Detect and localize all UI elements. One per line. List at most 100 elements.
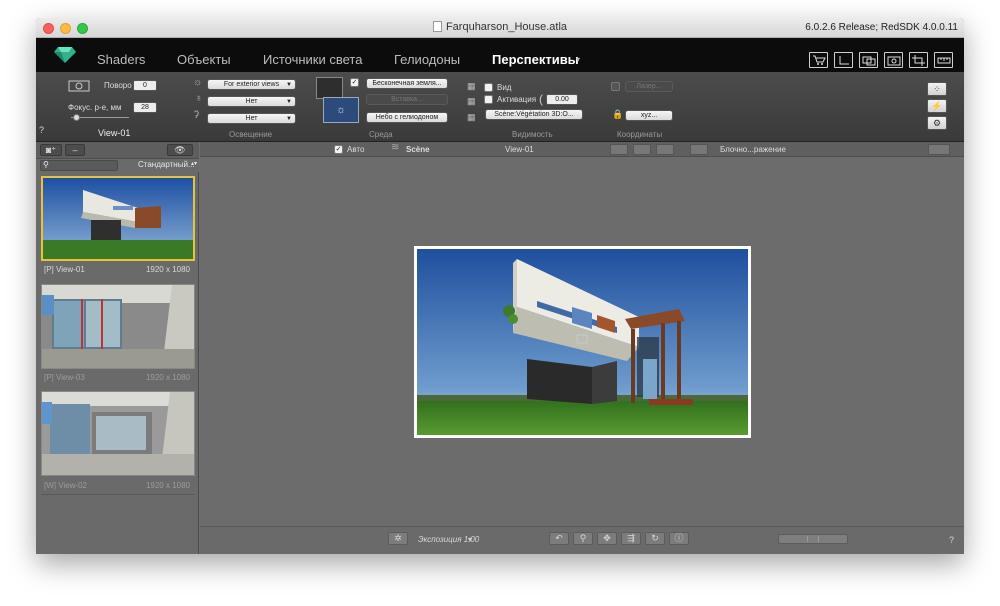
perspective-toolbar: Поворо 0 Фокус. р-е, мм 28 View-01 ? ☼ ♁… [36,72,964,142]
app-window: Farquharson_House.atla 6.0.2.6 Release; … [36,18,964,554]
lighting-dropdown-3[interactable]: Нет ▼ [207,113,296,124]
main-tab-bar: Shaders Объекты Источники света Гелиодон… [36,38,964,72]
focal-length-input[interactable]: 28 [133,102,157,113]
view-thumbnail-1[interactable] [41,176,195,261]
crop-icon[interactable] [909,52,928,68]
view-list-panel: ◙⁺ – 👁 ⚲ Стандартный... ▴▾ [P] View-01 1… [36,142,199,554]
view-checkbox[interactable] [484,83,493,92]
split-frame-icon[interactable] [656,144,674,155]
cart-icon[interactable] [809,52,828,68]
laser-button[interactable]: Лазер... [625,81,673,92]
focal-length-label: Фокус. р-е, мм [68,103,122,112]
viewport-view-name: View-01 [505,145,534,154]
document-title-text: Farquharson_House.atla [445,21,568,33]
footer-help-button[interactable]: ? [949,535,954,545]
environment-section-label: Среда [369,130,393,139]
camera-rotation-icon [68,80,90,92]
eye-icon[interactable]: 👁 [167,144,193,156]
environment-swatch-back[interactable] [316,77,343,99]
lighting-preset-dropdown[interactable]: For exterior views ▼ [207,79,296,90]
rotate-icon[interactable]: ↻ [645,532,665,545]
help-button[interactable]: ? [39,125,44,135]
bulb-icon: ♁ [195,93,203,104]
lighting-section-label: Освещение [229,130,273,139]
ground-checkbox[interactable]: ✓ [350,78,359,87]
tab-light-sources[interactable]: Источники света [263,52,362,67]
insert-button[interactable]: Вставка... [366,94,448,105]
sort-dropdown[interactable]: Стандартный... [138,160,195,169]
timeline-scrollbar[interactable] [778,534,848,544]
rotation-input[interactable]: 0 [133,80,157,91]
fit-frame-icon[interactable] [633,144,651,155]
bracket-icon: ( [539,92,543,106]
chevron-down-icon: ▼ [286,82,292,88]
activation-input[interactable]: 0.00 [546,94,578,105]
block-render-label: Блочно...ражение [720,145,786,154]
tab-heliodons[interactable]: Гелиодоны [394,52,460,67]
remove-view-button[interactable]: – [65,144,85,156]
frame-icon[interactable] [610,144,628,155]
version-label: 6.0.2.6 Release; RedSDK 4.0.0.11 [805,22,958,33]
thumbnail-2-resolution: 1920 x 1080 [145,373,190,382]
view-02-render-image [42,392,194,475]
search-input[interactable]: ⚲ [40,160,118,171]
exposure-chevron-icon[interactable]: ▾ [468,535,472,544]
sun-icon: ☼ [193,77,203,88]
scene-visibility-value: Scène:Végétation 3D:O... [494,111,574,118]
thumbnail-1-caption: [P] View-01 [44,265,85,274]
gear-icon[interactable]: ⚙ [927,116,947,130]
title-bar: Farquharson_House.atla 6.0.2.6 Release; … [36,18,964,38]
undo-icon[interactable]: ↶ [549,532,569,545]
slider-toggle-icon[interactable] [928,144,950,155]
document-icon [432,21,442,32]
tab-shaders[interactable]: Shaders [97,52,145,67]
thumbnail-1-resolution: 1920 x 1080 [145,265,190,274]
tab-perspectives[interactable]: Перспективы [492,52,579,67]
camera-icon[interactable] [884,52,903,68]
coordinates-section-label: Координаты [617,130,663,139]
view-thumbnail-2[interactable] [41,284,195,369]
focal-slider-thumb[interactable] [73,114,80,121]
viewport-footer: ✲ Экспозиция 1.00 ▾ ↶ ⚲ ✥ ⇶ ↻ ⓘ ? [200,526,964,554]
view-name-label: View-01 [98,128,131,138]
auto-checkbox[interactable]: ✓ [334,145,343,154]
rotation-label: Поворо [104,81,132,90]
ruler-icon[interactable] [934,52,953,68]
render-frame [414,246,751,438]
lighting-dropdown-2[interactable]: Нет ▼ [207,96,296,107]
block-render-icon[interactable] [690,144,708,155]
thumbnail-2-caption: [P] View-03 [44,373,85,382]
layers-icon: ≋ [391,142,400,153]
scene-grid-icon: ▦ [467,112,476,122]
activation-checkbox[interactable] [484,95,493,104]
grid-dots-icon[interactable]: ⁘ [927,82,947,96]
views-icon[interactable] [859,52,878,68]
infinite-ground-button[interactable]: Бесконечная земля... [366,78,448,89]
pan-icon[interactable]: ✥ [597,532,617,545]
walk-icon[interactable]: ⇶ [621,532,641,545]
zoom-icon[interactable]: ⚲ [573,532,593,545]
info-icon[interactable]: ⓘ [669,532,689,545]
view-thumbnail-3[interactable] [41,391,195,476]
lighting-preset-value: For exterior views [223,81,280,88]
scene-visibility-dropdown[interactable]: Scène:Végétation 3D:O... [485,109,583,120]
xyz-button[interactable]: xyz... [625,110,673,121]
search-icon: ⚲ [43,160,49,169]
tab-menu-chevron-icon[interactable]: ▾ [576,55,580,64]
lighting-dropdown-2-value: Нет [245,98,258,105]
laser-checkbox[interactable] [611,82,620,91]
sky-sun-swatch[interactable]: ☼ [323,97,359,123]
house-render-image [417,249,748,435]
corner-icon[interactable] [834,52,853,68]
settings-gear-icon[interactable]: ✲ [388,532,408,545]
sky-heliodon-dropdown[interactable]: Небо с гелиодоном [366,112,448,123]
thumbnail-3-resolution: 1920 x 1080 [145,481,190,490]
view-checkbox-label: Вид [497,83,512,92]
spotlight-icon: ʔ [194,110,199,121]
scene-label[interactable]: Scène [406,145,430,154]
render-viewport[interactable] [200,157,964,526]
color-pick-icon[interactable]: ⚡ [927,99,947,113]
add-camera-icon[interactable]: ◙⁺ [40,144,62,156]
tab-objects[interactable]: Объекты [177,52,231,67]
view-list-toolbar: ◙⁺ – 👁 [36,142,199,159]
